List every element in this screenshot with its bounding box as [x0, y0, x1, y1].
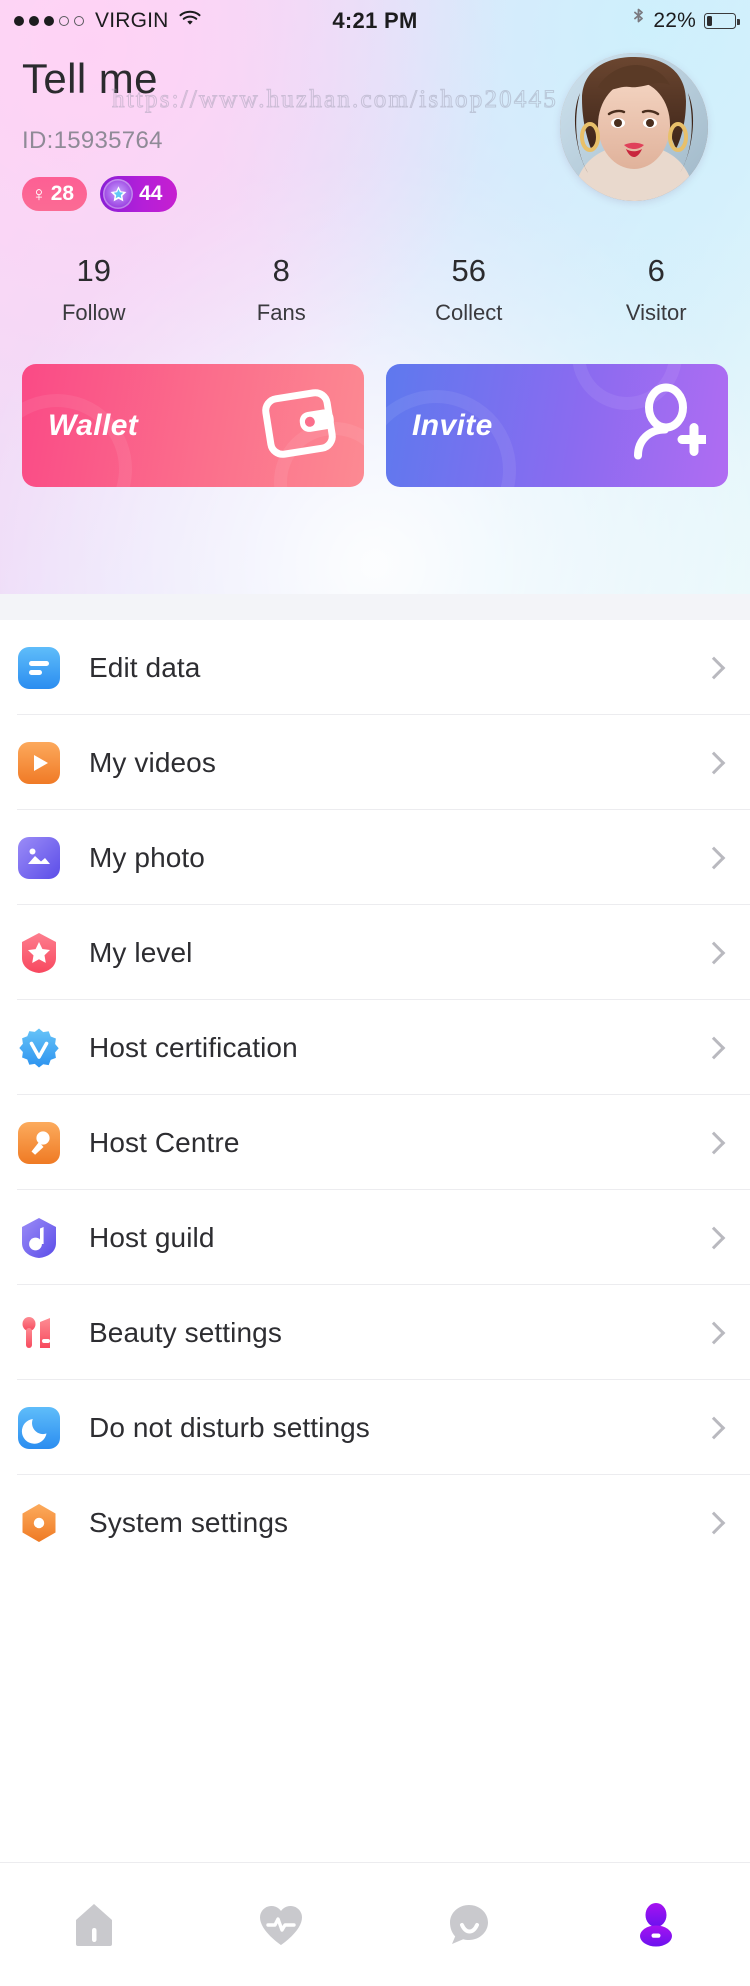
chevron-right-icon	[702, 846, 726, 869]
action-cards: Wallet Invite	[0, 326, 750, 488]
menu-item-label: System settings	[89, 1506, 289, 1538]
add-person-icon	[622, 383, 711, 468]
tab-live[interactable]	[188, 1863, 376, 1986]
menu-item-edit-data[interactable]: Edit data	[0, 620, 750, 715]
chevron-right-icon	[702, 1511, 726, 1534]
microphone-icon	[17, 1121, 61, 1165]
tab-bar-spacer	[0, 1570, 750, 1694]
menu-item-system-settings[interactable]: System settings	[0, 1475, 750, 1570]
level-badge[interactable]: 44	[100, 176, 178, 213]
gender-age-badge[interactable]: ♀ 28	[22, 177, 88, 212]
stat-visitor[interactable]: 6 Visitor	[563, 254, 750, 326]
stat-value: 19	[76, 253, 111, 289]
menu-item-label: Do not disturb settings	[89, 1411, 370, 1443]
menu-item-label: My level	[89, 936, 193, 968]
clock: 4:21 PM	[332, 8, 418, 33]
wallet-card[interactable]: Wallet	[22, 364, 364, 488]
section-separator	[0, 594, 750, 620]
level-star-icon	[17, 931, 61, 975]
menu-item-host-guild[interactable]: Host guild	[0, 1190, 750, 1285]
chevron-right-icon	[702, 1416, 726, 1439]
menu-item-label: My photo	[89, 841, 205, 873]
wifi-icon	[178, 9, 202, 33]
menu-item-label: Host certification	[89, 1031, 298, 1063]
stat-collect[interactable]: 56 Collect	[375, 254, 563, 326]
profile-header: VIRGIN 4:21 PM 22% https://www.huzhan.co…	[0, 0, 750, 594]
tab-home[interactable]	[0, 1863, 188, 1986]
settings-menu: Edit data My videos My photo My level Ho…	[0, 620, 750, 1570]
chevron-right-icon	[702, 1321, 726, 1344]
stat-follow[interactable]: 19 Follow	[0, 254, 188, 326]
menu-item-label: My videos	[89, 746, 216, 778]
menu-item-label: Beauty settings	[89, 1316, 282, 1348]
chevron-right-icon	[702, 1131, 726, 1154]
status-bar: VIRGIN 4:21 PM 22%	[0, 0, 750, 42]
bluetooth-icon	[632, 7, 645, 35]
battery-percent-label: 22%	[653, 9, 696, 32]
chevron-right-icon	[702, 941, 726, 964]
edit-data-icon	[17, 646, 61, 690]
carrier-label: VIRGIN	[95, 9, 169, 32]
stat-label: Fans	[256, 300, 306, 326]
tab-profile[interactable]	[563, 1863, 750, 1986]
photo-icon	[17, 836, 61, 880]
verified-badge-icon	[17, 1026, 61, 1070]
chevron-right-icon	[702, 751, 726, 774]
menu-item-my-videos[interactable]: My videos	[0, 715, 750, 810]
invite-card[interactable]: Invite	[386, 364, 728, 488]
menu-item-label: Host guild	[89, 1221, 215, 1253]
moon-icon	[17, 1406, 61, 1450]
age-value: 28	[50, 182, 75, 206]
chat-bubble-icon	[447, 1903, 491, 1947]
video-play-icon	[17, 741, 61, 785]
stat-label: Follow	[61, 300, 126, 326]
tab-message[interactable]	[375, 1863, 563, 1986]
signal-strength-icon	[14, 16, 84, 26]
avatar-image	[560, 53, 708, 201]
home-icon	[72, 1902, 116, 1948]
music-note-icon	[17, 1216, 61, 1260]
star-icon	[103, 179, 134, 210]
stat-value: 6	[647, 253, 665, 289]
avatar[interactable]	[560, 53, 708, 201]
female-symbol-icon: ♀	[31, 182, 47, 206]
stat-label: Visitor	[625, 300, 687, 326]
cosmetics-icon	[17, 1311, 61, 1355]
chevron-right-icon	[702, 1036, 726, 1059]
menu-item-label: Host Centre	[89, 1126, 240, 1158]
menu-item-label: Edit data	[89, 651, 201, 683]
menu-item-do-not-disturb[interactable]: Do not disturb settings	[0, 1380, 750, 1475]
chevron-right-icon	[702, 1226, 726, 1249]
status-bar-left: VIRGIN	[14, 9, 332, 33]
menu-item-host-certification[interactable]: Host certification	[0, 1000, 750, 1095]
level-value: 44	[139, 182, 163, 206]
settings-hex-icon	[17, 1501, 61, 1545]
menu-item-host-centre[interactable]: Host Centre	[0, 1095, 750, 1190]
stats-row: 19 Follow 8 Fans 56 Collect 6 Visitor	[0, 254, 750, 326]
invite-label: Invite	[412, 408, 493, 442]
wallet-label: Wallet	[48, 408, 139, 442]
bottom-tab-bar	[0, 1862, 750, 1986]
stat-fans[interactable]: 8 Fans	[188, 254, 376, 326]
wallet-icon	[256, 383, 342, 468]
menu-item-beauty-settings[interactable]: Beauty settings	[0, 1285, 750, 1380]
heart-pulse-icon	[258, 1903, 304, 1947]
stat-value: 56	[451, 253, 486, 289]
stat-value: 8	[272, 253, 290, 289]
person-icon	[634, 1902, 678, 1948]
menu-item-my-level[interactable]: My level	[0, 905, 750, 1000]
status-bar-right: 22%	[418, 7, 740, 35]
chevron-right-icon	[702, 656, 726, 679]
stat-label: Collect	[435, 300, 503, 326]
battery-icon	[704, 13, 740, 29]
menu-item-my-photo[interactable]: My photo	[0, 810, 750, 905]
